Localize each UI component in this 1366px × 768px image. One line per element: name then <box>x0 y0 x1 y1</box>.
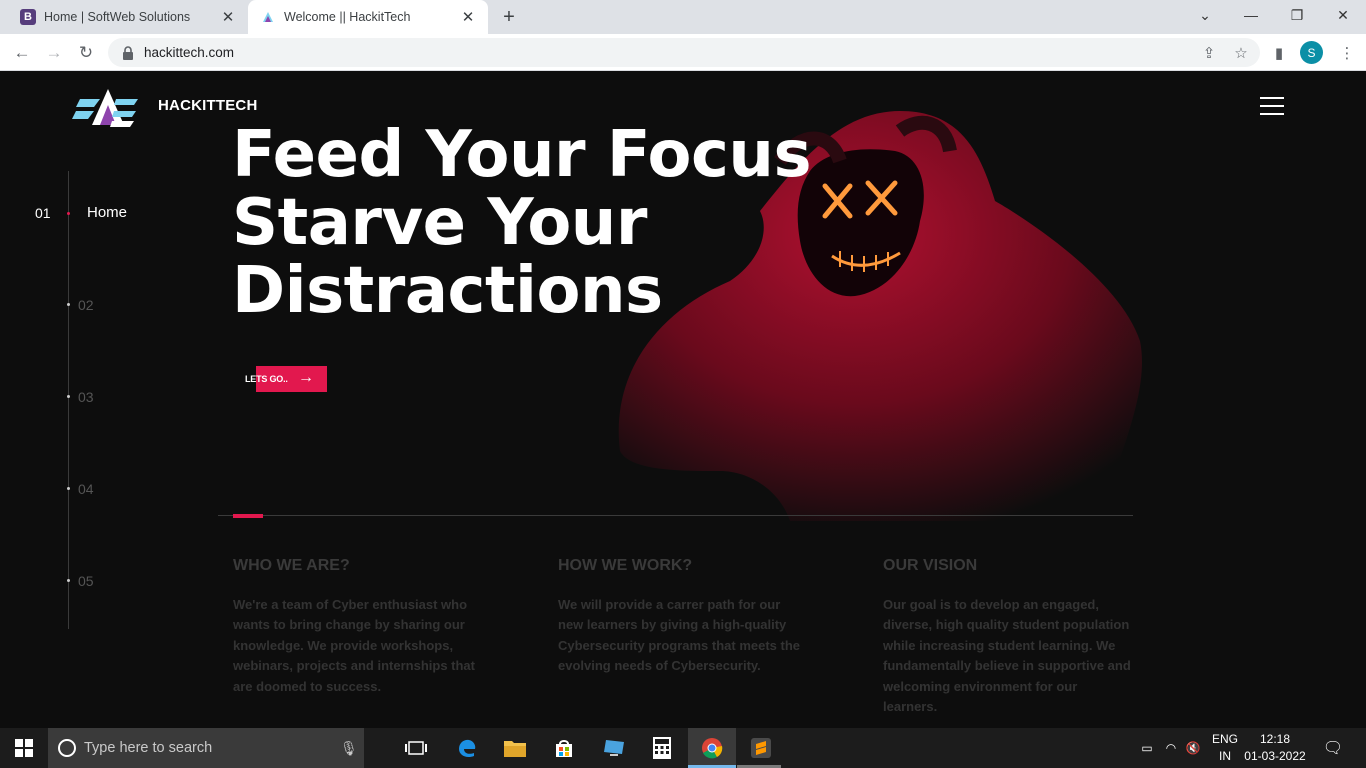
forward-icon[interactable]: → <box>40 39 68 67</box>
share-icon[interactable]: ⇪ <box>1196 38 1222 67</box>
side-nav-dot <box>67 487 70 490</box>
clock-time: 12:18 <box>1259 732 1291 746</box>
tab-search-icon[interactable]: ⌄ <box>1182 0 1228 30</box>
calculator-icon[interactable] <box>638 728 686 768</box>
task-view-icon[interactable] <box>392 728 440 768</box>
search-placeholder: Type here to search <box>84 740 213 756</box>
section-text: We will provide a carrer path for our ne… <box>558 597 801 674</box>
side-nav-line <box>68 171 69 629</box>
section-title: WHO WE ARE? <box>233 557 350 574</box>
close-tab-icon[interactable]: ✕ <box>458 7 478 27</box>
bootstrap-favicon-icon: B <box>20 9 36 25</box>
close-window-icon[interactable]: ✕ <box>1320 0 1366 30</box>
taskbar-search[interactable]: Type here to search 🎙 <box>48 728 364 768</box>
side-nav-item-02[interactable]: 02 <box>78 297 94 313</box>
tab-title: Welcome || HackitTech <box>284 10 411 24</box>
lang-line: IN <box>1219 749 1231 763</box>
minimize-icon[interactable]: — <box>1228 0 1274 30</box>
wifi-icon[interactable]: ◠ <box>1160 728 1182 768</box>
web-page: HACKITTECH Feed Your Focus Starve Your D… <box>0 71 1366 728</box>
microphone-icon[interactable]: 🎙 <box>340 740 364 757</box>
bookmark-star-icon[interactable]: ☆ <box>1228 38 1254 67</box>
reload-icon[interactable]: ↻ <box>72 39 100 67</box>
hackittech-logo <box>72 89 138 127</box>
divider-accent <box>233 514 263 518</box>
who-we-are-section: WHO WE ARE? We're a team of Cyber enthus… <box>233 557 483 697</box>
section-text: Our goal is to develop an engaged, diver… <box>883 597 1131 715</box>
tab-softweb[interactable]: B Home | SoftWeb Solutions ✕ <box>8 0 248 34</box>
our-vision-section: OUR VISION Our goal is to develop an eng… <box>883 557 1133 717</box>
how-we-work-section: HOW WE WORK? We will provide a carrer pa… <box>558 557 808 677</box>
section-divider <box>218 515 1133 516</box>
tab-hackittech[interactable]: Welcome || HackitTech ✕ <box>248 0 488 34</box>
headline-line: Starve Your <box>232 186 647 260</box>
lock-icon <box>123 45 133 60</box>
section-title: OUR VISION <box>883 557 978 574</box>
side-nav-dot <box>67 395 70 398</box>
arrow-right-icon: → <box>298 369 314 386</box>
chrome-menu-icon[interactable]: ⋮ <box>1334 38 1360 67</box>
tab-bar: B Home | SoftWeb Solutions ✕ Welcome || … <box>0 0 1366 34</box>
lets-go-label: LETS GO.. <box>245 374 288 384</box>
file-explorer-icon[interactable] <box>491 728 539 768</box>
section-title: HOW WE WORK? <box>558 557 693 574</box>
notifications-icon[interactable]: 🗨 <box>1318 728 1348 768</box>
headline-line: Distractions <box>232 254 663 328</box>
back-icon[interactable]: ← <box>8 39 36 67</box>
section-text: We're a team of Cyber enthusiast who wan… <box>233 597 475 694</box>
side-nav-current-number: 01 <box>35 205 51 221</box>
monitor-app-icon[interactable] <box>590 728 638 768</box>
side-panel-icon[interactable]: ▮ <box>1266 38 1292 67</box>
close-tab-icon[interactable]: ✕ <box>218 7 238 27</box>
clock-date: 01-03-2022 <box>1244 749 1306 763</box>
profile-avatar[interactable]: S <box>1300 41 1323 64</box>
system-clock[interactable]: 12:18 01-03-2022 <box>1240 731 1310 765</box>
side-nav-item-05[interactable]: 05 <box>78 573 94 589</box>
address-bar: ← → ↻ hackittech.com ⇪ ☆ ▮ ⋮ <box>0 34 1366 71</box>
side-nav-home[interactable]: Home <box>87 204 127 221</box>
chrome-icon[interactable] <box>688 728 736 768</box>
edge-icon[interactable] <box>443 728 491 768</box>
omnibox[interactable]: hackittech.com <box>108 38 1260 67</box>
headline-line: Feed Your Focus <box>232 118 812 192</box>
side-nav-item-03[interactable]: 03 <box>78 389 94 405</box>
brand-name: HACKITTECH <box>158 97 258 114</box>
taskbar: Type here to search 🎙 ▭ ◠ 🔇 ENG IN 12:18… <box>0 728 1366 768</box>
side-nav-active-dot <box>67 212 70 215</box>
restore-icon[interactable]: ❐ <box>1274 0 1320 30</box>
hero-headline: Feed Your Focus Starve Your Distractions <box>232 118 812 328</box>
side-nav-item-04[interactable]: 04 <box>78 481 94 497</box>
battery-icon[interactable]: ▭ <box>1136 728 1158 768</box>
url-text: hackittech.com <box>144 45 235 60</box>
new-tab-icon[interactable]: + <box>498 6 520 28</box>
language-indicator[interactable]: ENG IN <box>1210 731 1240 765</box>
speaker-muted-icon[interactable]: 🔇 <box>1182 728 1204 768</box>
windows-start-icon[interactable] <box>0 728 48 768</box>
hackittech-favicon-icon <box>260 9 276 25</box>
hamburger-menu-icon[interactable] <box>1260 97 1284 117</box>
sublime-text-icon[interactable] <box>737 728 785 768</box>
side-nav-dot <box>67 303 70 306</box>
tab-title: Home | SoftWeb Solutions <box>44 10 191 24</box>
side-nav-dot <box>67 579 70 582</box>
store-icon[interactable] <box>540 728 588 768</box>
cortana-icon <box>58 739 76 757</box>
lang-line: ENG <box>1211 732 1238 746</box>
